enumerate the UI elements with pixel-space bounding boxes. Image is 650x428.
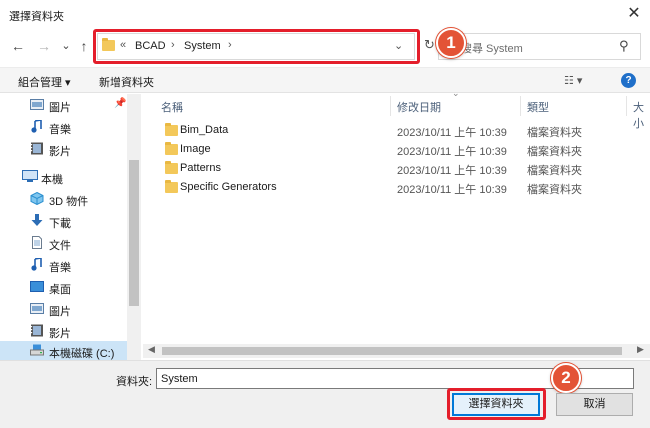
sidebar-item-local-disk[interactable]: 本機磁碟 (C:) <box>0 341 127 360</box>
sidebar-item-label: 桌面 <box>49 284 71 296</box>
file-date: 2023/10/11 上午 10:39 <box>397 165 507 177</box>
close-icon[interactable]: ✕ <box>624 4 644 24</box>
sidebar-item-label: 圖片 <box>49 306 71 318</box>
view-options-icon[interactable]: ☷ ▾ <box>564 74 582 87</box>
file-name: Specific Generators <box>180 181 277 193</box>
back-arrow-icon[interactable]: ← <box>9 37 27 55</box>
scroll-right-icon[interactable]: ▶ <box>637 344 644 355</box>
file-date: 2023/10/11 上午 10:39 <box>397 127 507 139</box>
desktop-icon <box>30 281 44 292</box>
list-item[interactable]: Bim_Data 2023/10/11 上午 10:39 檔案資料夾 <box>160 121 630 140</box>
documents-icon <box>32 236 42 249</box>
sidebar-scrollbar-thumb[interactable] <box>129 160 139 306</box>
sidebar-item-pictures-2[interactable]: 圖片 <box>0 298 127 320</box>
sidebar-item-documents[interactable]: 文件 <box>0 232 127 254</box>
up-arrow-icon[interactable]: ↑ <box>75 37 93 55</box>
window-title: 選擇資料夾 <box>9 11 64 23</box>
3d-objects-icon <box>30 192 44 205</box>
column-header-date[interactable]: 修改日期 <box>397 99 441 115</box>
help-icon[interactable]: ? <box>621 73 636 88</box>
list-item[interactable]: Image 2023/10/11 上午 10:39 檔案資料夾 <box>160 140 630 159</box>
column-divider[interactable] <box>520 96 521 116</box>
search-placeholder: 搜尋 System <box>461 43 523 55</box>
sidebar-item-label: 本機 <box>41 174 63 186</box>
sidebar-item-music-2[interactable]: 音樂 <box>0 254 127 276</box>
sidebar-item-this-pc[interactable]: 本機 <box>0 166 127 188</box>
search-icon[interactable]: ⚲ <box>619 38 629 54</box>
sidebar-item-label: 本機磁碟 (C:) <box>49 348 115 360</box>
pictures-icon <box>30 303 44 314</box>
horizontal-scrollbar-thumb[interactable] <box>162 347 622 355</box>
sort-indicator-icon: ⌄ <box>452 88 460 98</box>
select-button-highlight <box>447 388 546 420</box>
file-type: 檔案資料夾 <box>527 165 582 177</box>
column-header-size[interactable]: 大小 <box>633 99 650 131</box>
search-input[interactable]: 搜尋 System ⚲ <box>438 33 641 60</box>
organize-menu[interactable]: 組合管理 ▾ <box>18 74 71 90</box>
column-header-type[interactable]: 類型 <box>527 99 549 115</box>
sidebar-item-label: 影片 <box>49 328 71 340</box>
sidebar-item-downloads[interactable]: 下載 <box>0 210 127 232</box>
folder-icon <box>165 142 178 155</box>
music-icon <box>31 258 42 271</box>
toolbar: 組合管理 ▾ 新增資料夾 ☷ ▾ ? <box>0 67 650 93</box>
sidebar-item-videos[interactable]: 影片 <box>0 138 127 160</box>
folder-icon <box>165 161 178 174</box>
navigation-pane: 📌 圖片 音樂 影片 本機 3D 物件 下載 文件 音樂 桌面 圖片 影片 本機… <box>0 94 142 360</box>
drive-icon <box>30 344 44 356</box>
file-type: 檔案資料夾 <box>527 184 582 196</box>
videos-icon <box>31 142 43 155</box>
sidebar-item-desktop[interactable]: 桌面 <box>0 276 127 298</box>
sidebar-item-videos-2[interactable]: 影片 <box>0 320 127 342</box>
step-badge-1: 1 <box>436 28 466 58</box>
file-date: 2023/10/11 上午 10:39 <box>397 184 507 196</box>
folder-field-label: 資料夾: <box>116 376 153 388</box>
music-icon <box>31 120 42 133</box>
sidebar-item-label: 音樂 <box>49 124 71 136</box>
cancel-button[interactable]: 取消 <box>556 393 633 416</box>
sidebar-item-3d-objects[interactable]: 3D 物件 <box>0 188 127 210</box>
forward-arrow-icon[interactable]: → <box>35 37 53 55</box>
sidebar-item-music[interactable]: 音樂 <box>0 116 127 138</box>
column-divider[interactable] <box>626 96 627 116</box>
file-name: Patterns <box>180 162 221 174</box>
list-item[interactable]: Patterns 2023/10/11 上午 10:39 檔案資料夾 <box>160 159 630 178</box>
downloads-icon <box>31 214 43 226</box>
recent-locations-icon[interactable]: ⌄ <box>57 37 75 55</box>
file-name: Image <box>180 143 211 155</box>
sidebar-item-pictures[interactable]: 圖片 <box>0 94 127 116</box>
file-name: Bim_Data <box>180 124 229 136</box>
file-type: 檔案資料夾 <box>527 146 582 158</box>
file-date: 2023/10/11 上午 10:39 <box>397 146 507 158</box>
sidebar-item-label: 音樂 <box>49 262 71 274</box>
folder-icon <box>165 123 178 136</box>
refresh-icon[interactable]: ↻ <box>424 37 435 53</box>
sidebar-item-label: 影片 <box>49 146 71 158</box>
scroll-left-icon[interactable]: ◀ <box>148 344 155 355</box>
step-badge-2: 2 <box>551 363 581 393</box>
file-type: 檔案資料夾 <box>527 127 582 139</box>
column-divider[interactable] <box>390 96 391 116</box>
new-folder-button[interactable]: 新增資料夾 <box>99 74 154 90</box>
pictures-icon <box>30 99 44 110</box>
sidebar-item-label: 圖片 <box>49 102 71 114</box>
this-pc-icon <box>22 170 38 182</box>
folder-icon <box>165 180 178 193</box>
list-item[interactable]: Specific Generators 2023/10/11 上午 10:39 … <box>160 178 630 197</box>
videos-icon <box>31 324 43 337</box>
address-highlight <box>93 29 420 64</box>
sidebar-item-label: 文件 <box>49 240 71 252</box>
column-header-name[interactable]: 名稱 <box>161 99 183 115</box>
title-bar: 選擇資料夾 ✕ <box>0 0 650 30</box>
sidebar-item-label: 3D 物件 <box>49 196 89 208</box>
sidebar-item-label: 下載 <box>49 218 71 230</box>
